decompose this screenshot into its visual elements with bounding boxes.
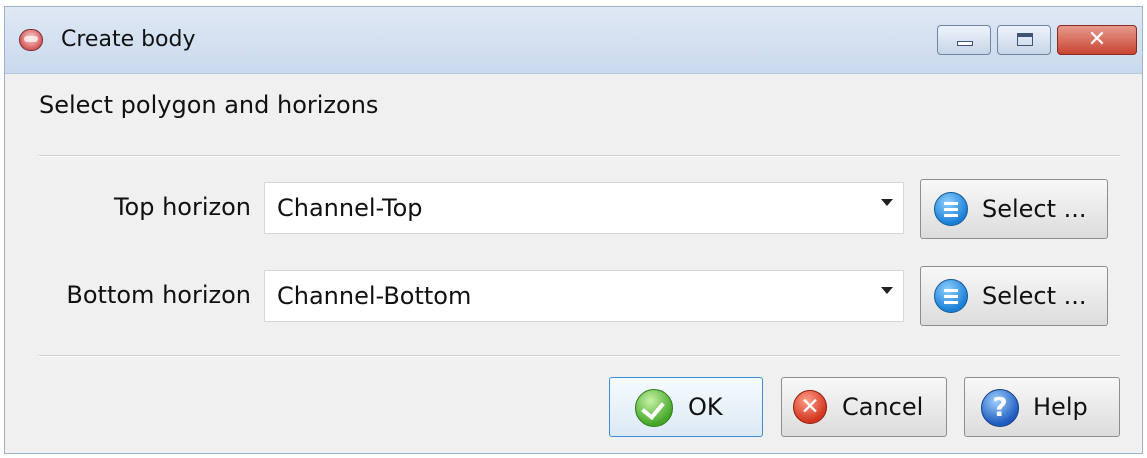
cancel-button[interactable]: ✕ Cancel [781,377,947,437]
top-horizon-select[interactable]: Channel-Top [264,182,904,234]
cancel-label: Cancel [842,393,924,421]
create-body-dialog: Create body ✕ Select polygon and horizon… [4,6,1143,454]
help-label: Help [1033,393,1088,421]
title-bar[interactable]: Create body ✕ [5,7,1142,74]
divider-top [39,155,1120,157]
chevron-down-icon[interactable] [881,287,893,294]
check-icon [635,389,673,427]
dialog-heading: Select polygon and horizons [39,91,379,119]
select-button-label: Select ... [982,282,1087,310]
help-icon: ? [981,389,1019,427]
bottom-horizon-select[interactable]: Channel-Bottom [264,270,904,322]
help-button[interactable]: ? Help [964,377,1120,437]
maximize-button[interactable] [997,25,1051,55]
chevron-down-icon[interactable] [881,199,893,206]
app-icon [19,29,43,51]
top-horizon-select-button[interactable]: Select ... [920,179,1108,239]
divider-bottom [39,355,1120,357]
close-button[interactable]: ✕ [1057,25,1137,55]
close-icon: ✕ [1087,27,1107,52]
ok-button[interactable]: OK [609,377,763,437]
ok-label: OK [688,393,723,421]
top-horizon-label: Top horizon [113,193,251,221]
cancel-icon: ✕ [793,390,827,424]
top-horizon-value: Channel-Top [277,194,423,222]
bottom-horizon-label: Bottom horizon [66,281,251,309]
list-icon [934,192,968,226]
window-title: Create body [61,27,196,52]
list-icon [934,279,968,313]
bottom-horizon-value: Channel-Bottom [277,282,472,310]
select-button-label: Select ... [982,195,1087,223]
minimize-button[interactable] [937,25,991,55]
bottom-horizon-select-button[interactable]: Select ... [920,266,1108,326]
